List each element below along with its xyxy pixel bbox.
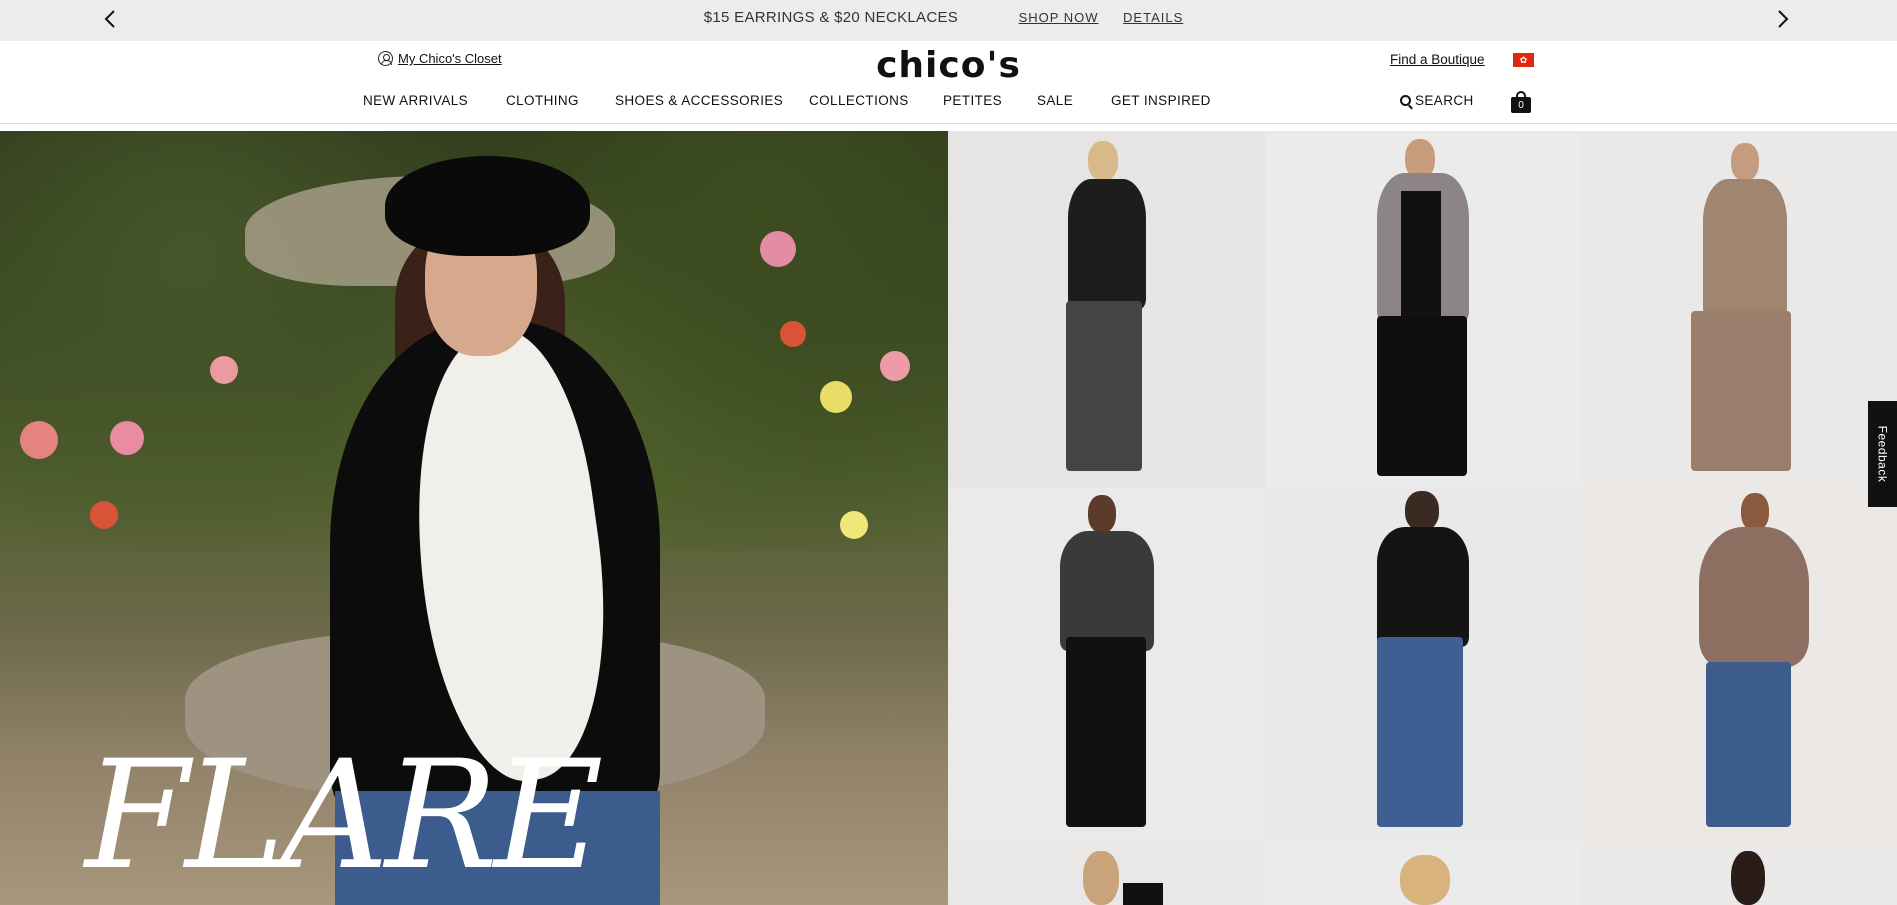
search-button[interactable]: SEARCH bbox=[1400, 93, 1474, 108]
nav-item-get-inspired[interactable]: GET INSPIRED bbox=[1111, 93, 1211, 108]
find-boutique-link[interactable]: Find a Boutique bbox=[1390, 52, 1485, 67]
model-hat bbox=[385, 156, 590, 256]
brand-logo[interactable]: chico's bbox=[0, 45, 1897, 86]
product-tile[interactable] bbox=[1581, 843, 1897, 905]
hero-title: FLARE bbox=[85, 729, 603, 903]
promo-message: $15 EARRINGS & $20 NECKLACES bbox=[703, 9, 959, 26]
hero-banner[interactable]: FLARE bbox=[0, 131, 948, 905]
product-tile[interactable] bbox=[1265, 487, 1581, 843]
site-header: My Chico's Closet chico's Find a Boutiqu… bbox=[0, 41, 1897, 124]
main-nav: NEW ARRIVALS CLOTHING SHOES & ACCESSORIE… bbox=[0, 93, 1897, 113]
details-link[interactable]: DETAILS bbox=[1123, 10, 1183, 25]
product-tile[interactable] bbox=[1581, 131, 1897, 487]
product-tile[interactable] bbox=[948, 131, 1265, 487]
nav-item-sale[interactable]: SALE bbox=[1037, 93, 1073, 108]
product-tile[interactable] bbox=[1265, 843, 1581, 905]
product-grid bbox=[948, 131, 1897, 905]
chevron-right-icon[interactable] bbox=[1771, 7, 1795, 31]
product-tile[interactable] bbox=[1581, 487, 1897, 843]
nav-item-petites[interactable]: PETITES bbox=[943, 93, 1002, 108]
shopping-bag-icon[interactable]: 0 bbox=[1510, 91, 1532, 113]
nav-item-shoes-accessories[interactable]: SHOES & ACCESSORIES bbox=[615, 93, 783, 108]
nav-item-collections[interactable]: COLLECTIONS bbox=[809, 93, 909, 108]
flag-icon[interactable]: ✿ bbox=[1513, 53, 1534, 67]
product-tile[interactable] bbox=[948, 843, 1265, 905]
search-label: SEARCH bbox=[1415, 93, 1474, 108]
product-tile[interactable] bbox=[948, 487, 1265, 843]
promo-bar: $15 EARRINGS & $20 NECKLACES SHOP NOW DE… bbox=[0, 0, 1897, 41]
nav-item-clothing[interactable]: CLOTHING bbox=[506, 93, 579, 108]
promo-message-row: $15 EARRINGS & $20 NECKLACES SHOP NOW DE… bbox=[0, 9, 1897, 26]
feedback-label: Feedback bbox=[1875, 425, 1890, 483]
product-tile[interactable] bbox=[1265, 131, 1581, 487]
shop-now-link[interactable]: SHOP NOW bbox=[1019, 10, 1099, 25]
nav-item-new-arrivals[interactable]: NEW ARRIVALS bbox=[363, 93, 468, 108]
feedback-tab[interactable]: Feedback bbox=[1868, 401, 1897, 507]
bag-count: 0 bbox=[1511, 97, 1531, 113]
search-icon bbox=[1400, 95, 1411, 106]
